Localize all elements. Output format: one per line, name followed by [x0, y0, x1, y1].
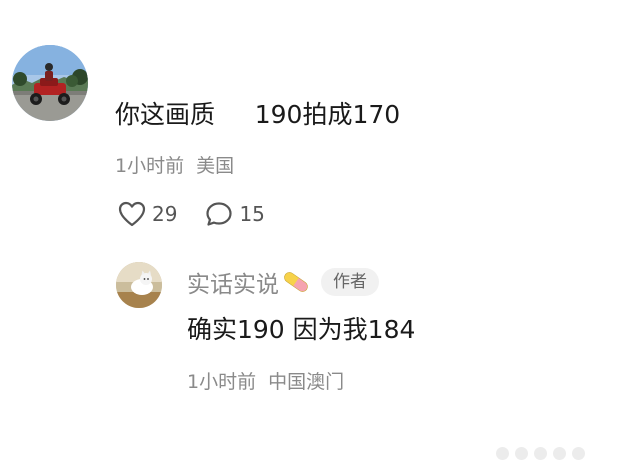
comment-actions: 29 15 — [118, 199, 265, 229]
pill-icon — [284, 272, 308, 292]
heart-icon — [118, 201, 146, 227]
reply-header: 实话实说 作者 — [187, 265, 379, 299]
comment-bubble-icon — [206, 202, 233, 226]
comment-location: 美国 — [196, 155, 235, 177]
reply-meta: 1小时前 中国澳门 — [187, 368, 344, 396]
reply-time: 1小时前 — [187, 371, 257, 393]
loading-dot — [572, 446, 585, 460]
reply-avatar[interactable] — [116, 262, 162, 308]
loading-dot — [534, 446, 547, 460]
comment-time: 1小时前 — [115, 155, 185, 177]
reply-username[interactable]: 实话实说 — [187, 265, 279, 299]
comment-meta: 1小时前 美国 — [115, 152, 234, 180]
author-badge: 作者 — [321, 268, 379, 296]
commenter-avatar[interactable] — [12, 45, 88, 121]
like-count: 29 — [152, 202, 178, 226]
loading-dot — [553, 446, 566, 460]
comment-text: 你这画质 190拍成170 — [115, 100, 401, 129]
reply-count-button[interactable]: 15 — [205, 201, 265, 227]
reply-count: 15 — [239, 202, 265, 226]
loading-indicator — [496, 446, 591, 460]
like-button[interactable]: 29 — [118, 201, 177, 227]
reply-location: 中国澳门 — [268, 371, 345, 393]
reply-text: 确实190 因为我184 — [187, 315, 416, 344]
loading-dot — [496, 446, 509, 460]
loading-dot — [515, 446, 528, 460]
